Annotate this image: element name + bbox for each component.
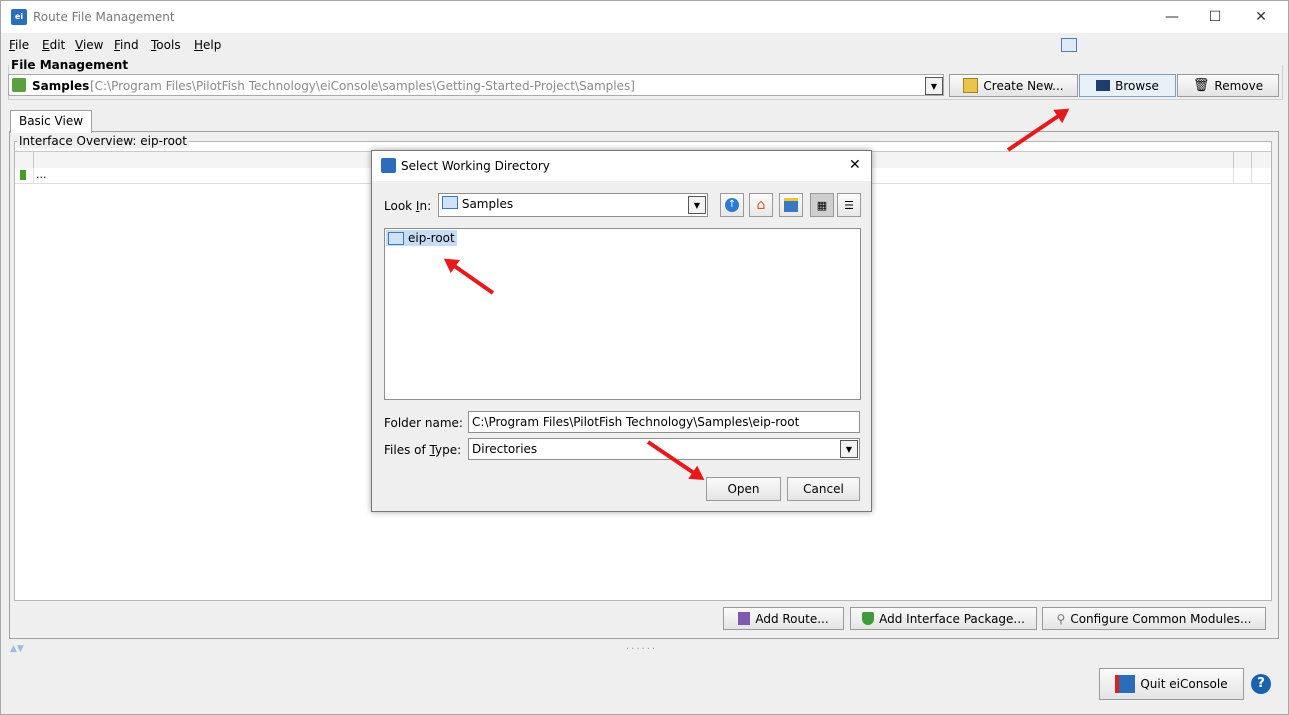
menu-edit[interactable]: Edit (42, 38, 65, 52)
quit-eiconsole-button[interactable]: Quit eiConsole (1099, 668, 1244, 700)
create-new-button[interactable]: Create New... (949, 74, 1078, 97)
list-view-button[interactable]: ▦ (810, 193, 834, 217)
new-folder-button[interactable] (779, 193, 803, 217)
menu-help[interactable]: Help (194, 38, 221, 52)
browse-folder-icon (1096, 80, 1111, 91)
files-of-type-chevron-down-icon[interactable]: ▼ (840, 440, 858, 458)
cancel-button[interactable]: Cancel (787, 477, 860, 501)
dialog-title: Select Working Directory (401, 159, 550, 173)
app-icon: ei (11, 9, 27, 25)
file-list[interactable] (384, 228, 861, 400)
home-icon: ⌂ (756, 197, 766, 213)
new-folder-icon (784, 198, 798, 212)
splitter-grip-icon[interactable]: ...... (626, 641, 657, 652)
details-view-icon: ☰ (844, 198, 854, 212)
dialog-app-icon (381, 158, 396, 173)
look-in-combo[interactable]: Samples (438, 193, 708, 217)
help-icon[interactable]: ? (1251, 674, 1271, 694)
minimize-button[interactable]: — (1149, 2, 1195, 32)
selected-project-name: Samples (32, 79, 90, 93)
browse-button[interactable]: Browse (1079, 74, 1176, 97)
file-management-label: File Management (11, 58, 131, 72)
list-item[interactable]: eip-root (386, 230, 457, 246)
maximize-button[interactable]: ☐ (1192, 2, 1238, 32)
create-new-icon (963, 78, 979, 93)
collapse-arrows-icon[interactable]: ▲▼ (10, 644, 24, 654)
look-in-chevron-down-icon[interactable]: ▼ (688, 196, 706, 214)
tab-basic-view[interactable]: Basic View (10, 110, 92, 133)
menu-view[interactable]: View (75, 38, 103, 52)
link-icon: ⚲ (1056, 611, 1066, 626)
home-button[interactable]: ⌂ (749, 193, 773, 217)
folder-icon (388, 231, 404, 245)
files-of-type-label: Files of Type: (384, 443, 462, 457)
menu-file[interactable]: File (9, 38, 29, 52)
close-window-button[interactable]: ✕ (1238, 2, 1284, 32)
folder-name-input[interactable]: C:\Program Files\PilotFish Technology\Sa… (468, 411, 860, 433)
title-bar (1, 1, 1288, 33)
details-view-button[interactable]: ☰ (837, 193, 861, 217)
remove-button[interactable]: 🗑 Remove (1177, 74, 1279, 97)
row-placeholder: ... (36, 168, 47, 181)
add-interface-package-button[interactable]: Add Interface Package... (850, 607, 1037, 630)
up-folder-icon: ↑ (725, 198, 739, 212)
open-button[interactable]: Open (706, 477, 781, 501)
notification-icon[interactable] (1061, 38, 1077, 52)
window-title: Route File Management (33, 10, 175, 24)
up-folder-button[interactable]: ↑ (720, 193, 744, 217)
shield-icon (862, 612, 875, 625)
folder-name-label: Folder name: (384, 416, 463, 430)
look-in-label: Look In: (384, 199, 432, 213)
trash-icon: 🗑 (1192, 78, 1210, 93)
row-add-icon (20, 170, 26, 180)
route-icon (738, 612, 751, 625)
interface-overview-label: Interface Overview: eip-root (17, 134, 189, 148)
chevron-down-icon[interactable]: ▼ (925, 77, 943, 95)
files-of-type-combo[interactable]: Directories (468, 438, 860, 460)
list-view-icon: ▦ (816, 198, 828, 212)
configure-common-modules-button[interactable]: ⚲ Configure Common Modules... (1042, 607, 1266, 630)
menu-find[interactable]: Find (114, 38, 139, 52)
folder-icon (442, 196, 458, 209)
dialog-close-button[interactable]: ✕ (849, 157, 861, 173)
menu-tools[interactable]: Tools (151, 38, 181, 52)
add-route-button[interactable]: Add Route... (723, 607, 844, 630)
selected-project-path: [C:\Program Files\PilotFish Technology\e… (90, 79, 635, 93)
project-icon (12, 78, 26, 92)
exit-door-icon (1115, 675, 1136, 693)
